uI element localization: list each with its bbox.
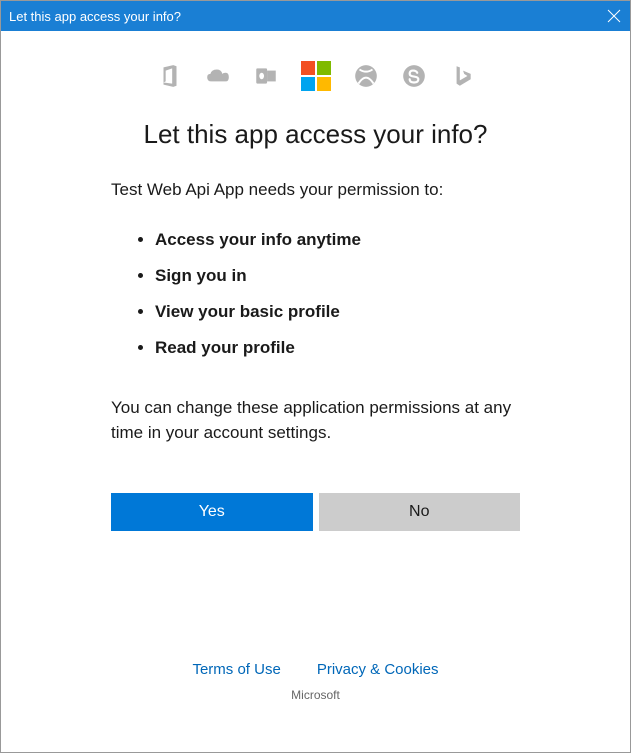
onedrive-icon [205,63,231,89]
service-icon-row [21,61,610,91]
microsoft-logo-icon [301,61,331,91]
footer-links: Terms of Use Privacy & Cookies [21,661,610,678]
xbox-icon [353,63,379,89]
no-button[interactable]: No [319,493,521,531]
body-area: Test Web Api App needs your permission t… [21,180,610,531]
permission-item: Access your info anytime [155,230,520,250]
permission-list: Access your info anytime Sign you in Vie… [111,230,520,358]
dialog-content: Let this app access your info? Test Web … [1,31,630,752]
permission-item: Sign you in [155,266,520,286]
terms-link[interactable]: Terms of Use [192,661,280,678]
footer-org: Microsoft [21,688,610,702]
footer: Terms of Use Privacy & Cookies Microsoft [21,661,610,732]
privacy-link[interactable]: Privacy & Cookies [317,661,439,678]
window-title: Let this app access your info? [9,9,181,24]
button-row: Yes No [111,493,520,531]
outlook-icon [253,63,279,89]
skype-icon [401,63,427,89]
page-title: Let this app access your info? [21,119,610,150]
permission-item: Read your profile [155,338,520,358]
titlebar: Let this app access your info? [1,1,630,31]
permission-intro: Test Web Api App needs your permission t… [111,180,520,200]
yes-button[interactable]: Yes [111,493,313,531]
bing-icon [449,63,475,89]
permission-note: You can change these application permiss… [111,396,520,445]
office-icon [157,63,183,89]
permission-item: View your basic profile [155,302,520,322]
close-icon[interactable] [606,8,622,24]
